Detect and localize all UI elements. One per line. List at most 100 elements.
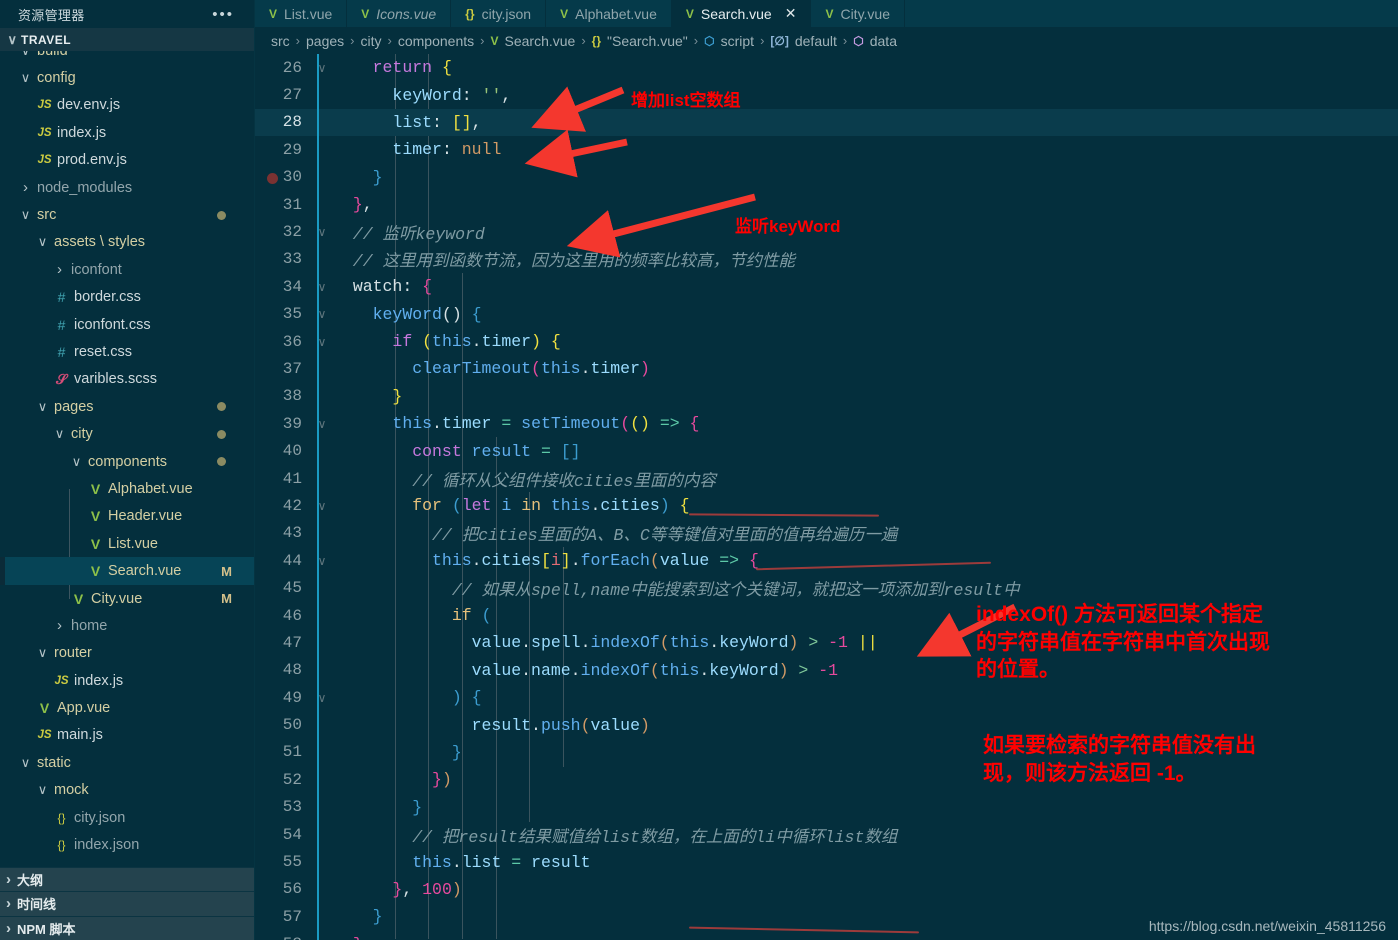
code-line-54[interactable]: 54 // 把result结果赋值给list数组，在上面的li中循环list数组 (255, 821, 1398, 848)
breadcrumb-item[interactable]: pages (306, 33, 344, 49)
code-line-27[interactable]: 27 keyWord: '', (255, 81, 1398, 108)
fold-chevron-icon[interactable] (311, 280, 333, 294)
chevron-down-icon[interactable] (17, 51, 34, 59)
tree-item-header-vue[interactable]: V Header.vue (0, 503, 254, 530)
code-line-55[interactable]: 55 this.list = result (255, 848, 1398, 875)
code-line-48[interactable]: 48 value.name.indexOf(this.keyWord) > -1 (255, 657, 1398, 684)
breadcrumb-item[interactable]: components (398, 33, 474, 49)
more-actions-icon[interactable]: ••• (212, 6, 242, 23)
tree-item-city-vue[interactable]: V City.vue M (0, 585, 254, 612)
tree-item-pages[interactable]: pages (0, 393, 254, 420)
code-line-28[interactable]: 28 list: [], (255, 108, 1398, 137)
tree-item-router[interactable]: router (0, 640, 254, 667)
chevron-down-icon[interactable] (68, 454, 85, 470)
tab-icons-vue[interactable]: V Icons.vue (347, 0, 452, 27)
code-line-38[interactable]: 38 } (255, 383, 1398, 410)
tree-item-list-vue[interactable]: V List.vue (0, 530, 254, 557)
tree-item-components[interactable]: components (0, 448, 254, 475)
tree-item-index-json[interactable]: {} index.json (0, 831, 254, 858)
chevron-down-icon[interactable] (34, 645, 51, 661)
file-tree[interactable]: build config JS dev.env.js JS index.js JS prod.… (0, 51, 254, 866)
chevron-right-icon[interactable] (17, 179, 34, 196)
code-line-46[interactable]: 46 if ( (255, 602, 1398, 629)
tree-item-iconfont-css[interactable]: # iconfont.css (0, 311, 254, 338)
breadcrumb-item[interactable]: data (870, 33, 897, 49)
code-line-43[interactable]: 43 // 把cities里面的A、B、C等等键值对里面的值再给遍历一遍 (255, 520, 1398, 547)
chevron-down-icon[interactable] (34, 782, 51, 798)
tree-item-main-js[interactable]: JS main.js (0, 722, 254, 749)
chevron-down-icon[interactable] (34, 399, 51, 415)
tree-item-build[interactable]: build (0, 51, 254, 64)
chevron-down-icon[interactable] (17, 755, 34, 771)
tree-item-reset-css[interactable]: # reset.css (0, 338, 254, 365)
code-line-51[interactable]: 51 } (255, 739, 1398, 766)
tree-item-home[interactable]: home (0, 612, 254, 639)
code-line-41[interactable]: 41 // 循环从父组件接收cities里面的内容 (255, 465, 1398, 492)
breadcrumb-item[interactable]: src (271, 33, 290, 49)
tree-item-city[interactable]: city (0, 420, 254, 447)
workspace-folder-header[interactable]: TRAVEL (0, 28, 254, 51)
breakpoint-icon[interactable] (267, 172, 278, 184)
tab-city-json[interactable]: {} city.json (451, 0, 547, 27)
tree-item-assets-styles[interactable]: assets \ styles (0, 229, 254, 256)
breadcrumb-item[interactable]: Search.vue (505, 33, 576, 49)
tree-item-src[interactable]: src (0, 201, 254, 228)
code-line-50[interactable]: 50 result.push(value) (255, 711, 1398, 738)
code-line-40[interactable]: 40 const result = [] (255, 437, 1398, 464)
chevron-down-icon[interactable] (17, 207, 34, 223)
tree-item-search-vue[interactable]: V Search.vue M (0, 557, 254, 586)
fold-chevron-icon[interactable] (311, 417, 333, 431)
tab-search-vue[interactable]: V Search.vue ✕ (671, 0, 812, 27)
close-icon[interactable]: ✕ (785, 5, 797, 22)
code-line-56[interactable]: 56 }, 100) (255, 876, 1398, 903)
chevron-right-icon[interactable] (51, 261, 68, 278)
chevron-down-icon[interactable] (34, 234, 51, 250)
tab-list-vue[interactable]: V List.vue (255, 0, 348, 27)
fold-chevron-icon[interactable] (311, 499, 333, 513)
tree-item-varibles-scss[interactable]: 𝒮varibles.scss (0, 366, 254, 393)
code-line-35[interactable]: 35 keyWord() { (255, 301, 1398, 328)
code-line-53[interactable]: 53 } (255, 794, 1398, 821)
code-line-39[interactable]: 39 this.timer = setTimeout(() => { (255, 410, 1398, 437)
tree-item-city-json[interactable]: {} city.json (0, 804, 254, 831)
code-editor[interactable]: 26 return {27 keyWord: '',28 list: [],29… (255, 54, 1398, 940)
code-line-29[interactable]: 29 timer: null (255, 136, 1398, 163)
tree-item-index-js[interactable]: JS index.js (0, 119, 254, 146)
tree-item-mock[interactable]: mock (0, 777, 254, 804)
fold-chevron-icon[interactable] (311, 61, 333, 75)
tree-item-iconfont[interactable]: iconfont (0, 256, 254, 283)
code-line-31[interactable]: 31 }, (255, 191, 1398, 218)
chevron-right-icon[interactable] (51, 617, 68, 634)
tree-item-static[interactable]: static (0, 749, 254, 776)
fold-chevron-icon[interactable] (311, 691, 333, 705)
chevron-down-icon[interactable] (51, 426, 68, 442)
breadcrumb-item[interactable]: city (361, 33, 382, 49)
code-line-45[interactable]: 45 // 如果从spell,name中能搜索到这个关键词，就把这一项添加到re… (255, 574, 1398, 601)
fold-chevron-icon[interactable] (311, 307, 333, 321)
code-line-30[interactable]: 30 } (255, 164, 1398, 191)
breadcrumb[interactable]: src › pages › city › components › V Search.vue › {}… (255, 27, 1398, 54)
breadcrumb-item[interactable]: script (721, 33, 754, 49)
tree-item-app-vue[interactable]: V App.vue (0, 694, 254, 721)
code-line-37[interactable]: 37 clearTimeout(this.timer) (255, 355, 1398, 382)
code-line-33[interactable]: 33 // 这里用到函数节流，因为这里用的频率比较高，节约性能 (255, 246, 1398, 273)
chevron-down-icon[interactable] (17, 70, 34, 86)
code-line-52[interactable]: 52 }) (255, 766, 1398, 793)
tree-item-node-modules[interactable]: node_modules (0, 174, 254, 201)
fold-chevron-icon[interactable] (311, 554, 333, 568)
tree-item-border-css[interactable]: # border.css (0, 284, 254, 311)
fold-chevron-icon[interactable] (311, 225, 333, 239)
code-line-36[interactable]: 36 if (this.timer) { (255, 328, 1398, 355)
tree-item-dev-env-js[interactable]: JS dev.env.js (0, 92, 254, 119)
code-line-49[interactable]: 49 ) { (255, 684, 1398, 711)
breadcrumb-item[interactable]: "Search.vue" (607, 33, 688, 49)
code-line-44[interactable]: 44 this.cities[i].forEach(value => { (255, 547, 1398, 574)
code-line-32[interactable]: 32 // 监听keyword (255, 218, 1398, 245)
tree-item-index-js[interactable]: JS index.js (0, 667, 254, 694)
tab-bar[interactable]: V List.vue V Icons.vue {} city.json V Alphabet.… (255, 0, 1398, 27)
tab-alphabet-vue[interactable]: V Alphabet.vue (546, 0, 672, 27)
panel-NPM 脚本[interactable]: NPM 脚本 (0, 915, 254, 940)
code-line-34[interactable]: 34 watch: { (255, 273, 1398, 300)
panel-时间线[interactable]: 时间线 (0, 891, 254, 916)
tree-item-alphabet-vue[interactable]: V Alphabet.vue (0, 475, 254, 502)
